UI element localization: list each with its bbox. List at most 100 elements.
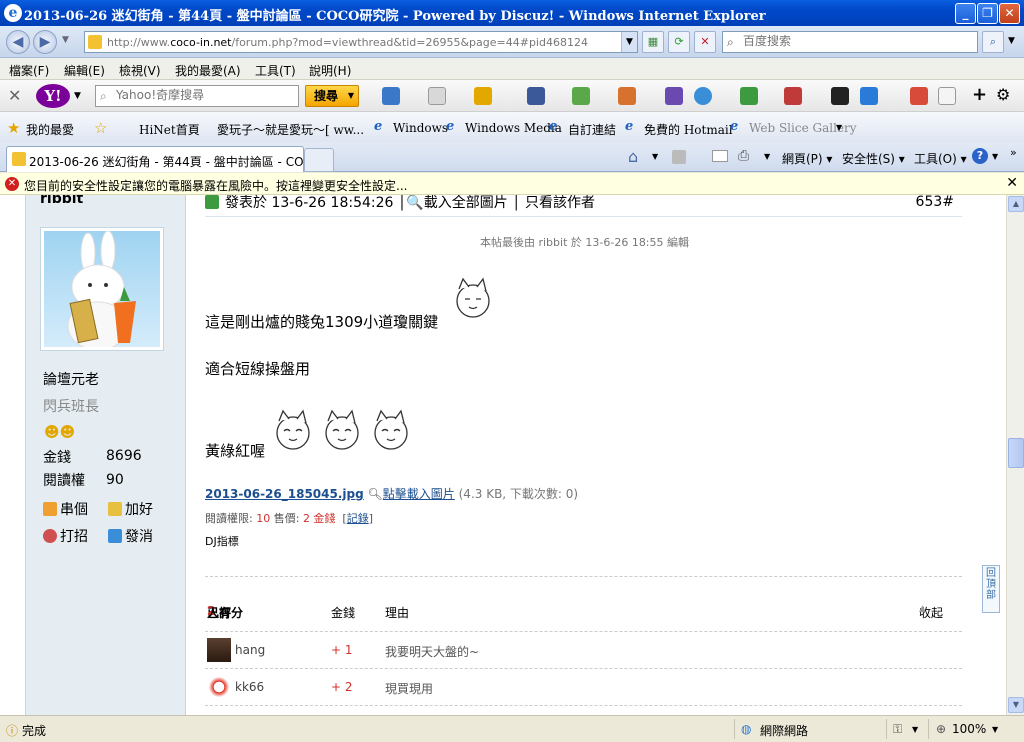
vertical-scrollbar[interactable]: ▲ ▼: [1006, 195, 1024, 715]
bookmark-icon[interactable]: [910, 87, 928, 105]
forward-button[interactable]: ▶: [33, 30, 57, 54]
search-box[interactable]: ⌕: [722, 31, 978, 53]
add-icon[interactable]: +: [972, 84, 987, 105]
restore-button[interactable]: ❐: [977, 3, 998, 24]
chevron-down-icon: ▼: [347, 91, 354, 100]
safety-menu[interactable]: 安全性(S) ▾: [842, 150, 905, 167]
page-menu[interactable]: 網頁(P) ▾: [782, 150, 832, 167]
chevron-down-icon[interactable]: ▼: [912, 725, 918, 734]
yahoo-search-input[interactable]: [116, 88, 296, 102]
post-meta-text[interactable]: 發表於 13-6-26 18:54:26 │🔍載入全部圖片 │ 只看該作者: [225, 195, 595, 211]
action-greet[interactable]: 打招: [43, 526, 88, 546]
search-go-button[interactable]: ⌕: [982, 31, 1004, 53]
search-options-icon[interactable]: ▼: [1008, 36, 1015, 46]
car-icon[interactable]: [784, 87, 802, 105]
search-input[interactable]: [743, 34, 973, 48]
url-dropdown-icon[interactable]: ▼: [621, 32, 637, 52]
close-infobar-icon[interactable]: ✕: [1006, 175, 1018, 191]
more-commands-icon[interactable]: »: [1010, 146, 1017, 159]
favorites-star-icon[interactable]: ★: [7, 119, 20, 137]
url-field[interactable]: http://www.coco-in.net/forum.php?mod=vie…: [84, 31, 638, 53]
games-icon[interactable]: [740, 87, 758, 105]
attachment-load-link[interactable]: 點擊載入圖片: [383, 487, 455, 501]
chevron-down-icon[interactable]: ▼: [836, 123, 842, 132]
emoticon-face-icon: [325, 409, 359, 450]
action-message[interactable]: 發消: [108, 526, 153, 546]
calendar-icon[interactable]: [428, 87, 446, 105]
yahoo-search-label: 搜尋: [314, 89, 339, 103]
new-tab-button[interactable]: [304, 148, 334, 172]
tab-current[interactable]: 2013-06-26 迷幻街角 - 第44頁 - 盤中討論區 - COC...: [6, 146, 323, 172]
read-mail-icon[interactable]: [712, 150, 728, 162]
tools-menu[interactable]: 工具(O) ▾: [914, 150, 967, 167]
auction-icon[interactable]: [618, 87, 636, 105]
avatar[interactable]: [207, 638, 231, 662]
menu-tools[interactable]: 工具(T): [255, 62, 296, 79]
globe-icon: ◍: [741, 722, 752, 736]
menu-file[interactable]: 檔案(F): [9, 62, 49, 79]
scroll-down-icon[interactable]: ▼: [1008, 697, 1024, 713]
scroll-up-icon[interactable]: ▲: [1008, 196, 1024, 212]
chevron-down-icon[interactable]: ▼: [992, 152, 998, 161]
fav-aiwanzi[interactable]: 愛玩子～就是愛玩～[ ww...: [217, 121, 364, 138]
answers-icon[interactable]: [474, 87, 492, 105]
minimize-button[interactable]: _: [955, 3, 976, 24]
menu-edit[interactable]: 編輯(E): [64, 62, 105, 79]
news-icon[interactable]: [860, 87, 878, 105]
post-floor-number[interactable]: 653#: [916, 195, 954, 210]
camera-icon[interactable]: [665, 87, 683, 105]
back-button[interactable]: ◀: [6, 30, 30, 54]
options-icon[interactable]: [938, 87, 956, 105]
fav-windows[interactable]: Windows: [393, 121, 448, 135]
chevron-down-icon[interactable]: ▼: [764, 152, 770, 161]
feeds-icon[interactable]: [672, 150, 686, 164]
zoom-level[interactable]: 100%: [952, 722, 986, 736]
stat-label-money: 金錢: [43, 450, 71, 466]
security-zone[interactable]: 網際網路: [760, 722, 808, 739]
home-icon[interactable]: ⌂: [628, 147, 638, 166]
menu-view[interactable]: 檢視(V): [119, 62, 161, 79]
add-favorite-icon[interactable]: ☆: [94, 119, 107, 137]
close-toolbar-icon[interactable]: ✕: [8, 86, 21, 105]
avatar[interactable]: [40, 227, 164, 351]
fav-hinet[interactable]: HiNet首頁: [139, 121, 200, 138]
yahoo-logo-icon[interactable]: Y!: [36, 84, 70, 108]
history-dropdown-icon[interactable]: ▼: [62, 35, 69, 45]
favorites-label[interactable]: 我的最愛: [26, 121, 74, 138]
help-icon[interactable]: ?: [972, 148, 988, 164]
ie-page-icon: e: [730, 119, 739, 134]
knowledge-icon[interactable]: [694, 87, 712, 105]
gear-icon[interactable]: ⚙: [996, 85, 1010, 104]
security-info-bar[interactable]: ✕ 您目前的安全性設定讓您的電腦暴露在風險中。按這裡變更安全性設定... ✕: [0, 173, 1024, 195]
protected-mode-icon[interactable]: ⚿: [893, 722, 902, 737]
scroll-thumb[interactable]: [1008, 438, 1024, 468]
yahoo-menu-dropdown-icon[interactable]: ▼: [74, 91, 81, 101]
refresh-icon[interactable]: ⟳: [668, 31, 690, 53]
print-icon[interactable]: ⎙: [738, 148, 749, 164]
rater-name[interactable]: hang: [235, 643, 265, 657]
back-to-top-button[interactable]: 回頂部: [982, 565, 1000, 613]
rater-name[interactable]: kk66: [235, 680, 264, 694]
yahoo-search-box[interactable]: ⌕: [95, 85, 299, 107]
yahoo-search-button[interactable]: 搜尋 ▼: [305, 85, 359, 107]
chevron-down-icon[interactable]: ▼: [652, 152, 658, 161]
movie-icon[interactable]: [831, 87, 849, 105]
avatar[interactable]: [207, 675, 231, 699]
photo-icon[interactable]: [572, 87, 590, 105]
zoom-dropdown-icon[interactable]: ▼: [992, 725, 998, 734]
menu-help[interactable]: 說明(H): [309, 62, 351, 79]
stop-icon[interactable]: ✕: [694, 31, 716, 53]
record-link[interactable]: 記錄: [347, 512, 369, 525]
facebook-icon[interactable]: [527, 87, 545, 105]
attachment-filename[interactable]: 2013-06-26_185045.jpg: [205, 487, 364, 501]
fav-hotmail[interactable]: 免費的 Hotmail: [644, 121, 733, 138]
fav-windows-media[interactable]: Windows Media: [465, 121, 562, 135]
author-name[interactable]: ribbit: [40, 195, 83, 207]
menu-favorites[interactable]: 我的最愛(A): [175, 62, 241, 79]
action-add-friend[interactable]: 加好: [108, 499, 153, 519]
close-window-button[interactable]: ✕: [999, 3, 1020, 24]
fav-custom-links[interactable]: 自訂連結: [568, 121, 616, 138]
action-space[interactable]: 串個: [43, 499, 88, 519]
mail-icon[interactable]: [382, 87, 400, 105]
compatibility-view-icon[interactable]: ▦: [642, 31, 664, 53]
